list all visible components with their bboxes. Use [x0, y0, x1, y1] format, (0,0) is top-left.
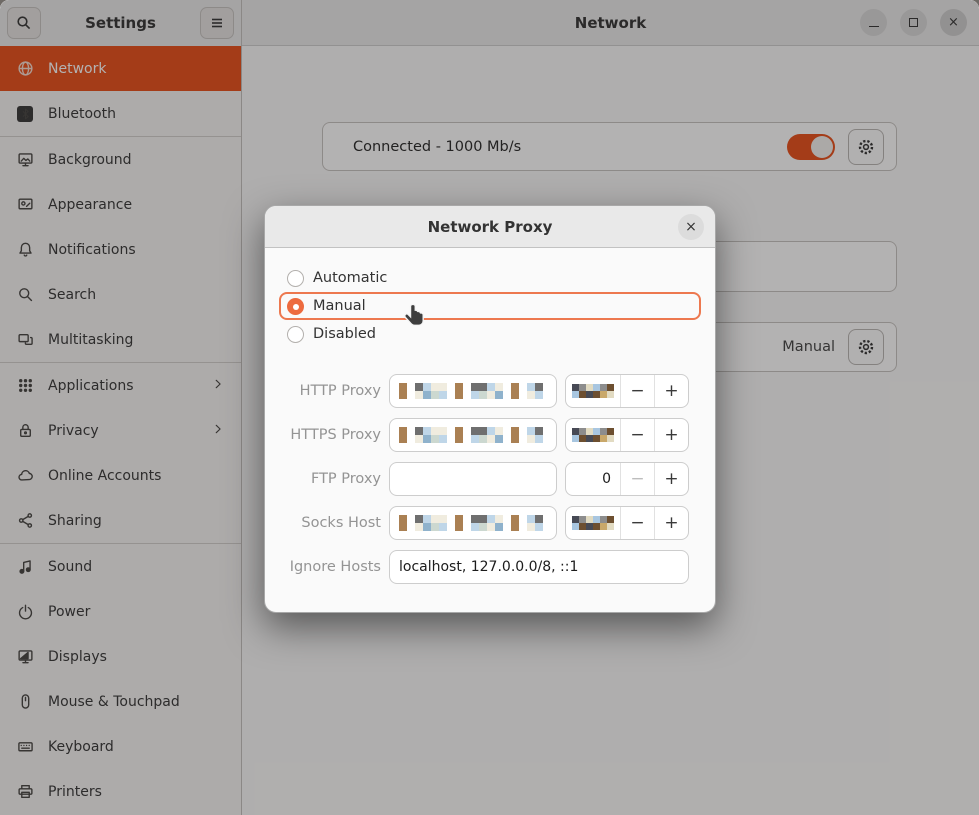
settings-window: Settings Network × NetworkBluetoothBackg… [0, 0, 979, 815]
increment-button[interactable]: + [655, 507, 688, 539]
https-proxy-input[interactable] [389, 418, 557, 452]
field-label-ftp-proxy: FTP Proxy [281, 471, 381, 487]
redacted-pixelated-value [572, 428, 614, 442]
proxy-mode-automatic[interactable]: Automatic [279, 264, 701, 292]
socks-host-input[interactable] [389, 506, 557, 540]
radio-unchecked-icon[interactable] [287, 270, 304, 287]
radio-checked-icon[interactable] [287, 298, 304, 315]
increment-button[interactable]: + [655, 463, 688, 495]
ignore-hosts-input[interactable]: localhost, 127.0.0.0/8, ::1 [389, 550, 689, 584]
dialog-close-button[interactable]: × [678, 214, 704, 240]
radio-unchecked-icon[interactable] [287, 326, 304, 343]
redacted-pixelated-value [399, 427, 543, 443]
proxy-mode-disabled[interactable]: Disabled [279, 320, 701, 348]
decrement-button[interactable]: − [621, 419, 654, 451]
port-value[interactable] [566, 507, 620, 539]
decrement-button[interactable]: − [621, 507, 654, 539]
dialog-header: Network Proxy × [265, 206, 715, 248]
decrement-button[interactable]: − [621, 375, 654, 407]
dialog-title: Network Proxy [428, 218, 553, 236]
increment-button[interactable]: + [655, 375, 688, 407]
field-label-ignore-hosts: Ignore Hosts [281, 559, 381, 575]
http-proxy-port-spinner: −+ [565, 374, 689, 408]
http-proxy-input[interactable] [389, 374, 557, 408]
redacted-pixelated-value [572, 516, 614, 530]
port-value[interactable] [566, 375, 620, 407]
socks-host-port-spinner: −+ [565, 506, 689, 540]
proxy-mode-options: Automatic Manual Disabled [279, 264, 701, 348]
proxy-fields: HTTP Proxy−+HTTPS Proxy−+FTP Proxy0−+Soc… [279, 374, 701, 584]
redacted-pixelated-value [399, 515, 543, 531]
dialog-body: AutomaticManualDisabled HTTP Proxy−+HTTP… [265, 248, 715, 600]
increment-button[interactable]: + [655, 419, 688, 451]
radio-label: Disabled [313, 326, 376, 342]
field-label-https-proxy: HTTPS Proxy [281, 427, 381, 443]
ftp-proxy-input[interactable] [389, 462, 557, 496]
https-proxy-port-spinner: −+ [565, 418, 689, 452]
redacted-pixelated-value [572, 384, 614, 398]
redacted-pixelated-value [399, 383, 543, 399]
field-label-http-proxy: HTTP Proxy [281, 383, 381, 399]
network-proxy-dialog: Network Proxy × AutomaticManualDisabled … [264, 205, 716, 613]
port-value[interactable]: 0 [566, 463, 620, 495]
radio-label: Manual [313, 298, 366, 314]
field-label-socks-host: Socks Host [281, 515, 381, 531]
radio-label: Automatic [313, 270, 387, 286]
close-icon: × [685, 219, 697, 235]
input-value: localhost, 127.0.0.0/8, ::1 [399, 559, 578, 575]
decrement-button[interactable]: − [621, 463, 654, 495]
port-value[interactable] [566, 419, 620, 451]
proxy-mode-manual[interactable]: Manual [279, 292, 701, 320]
mouse-cursor [403, 303, 427, 333]
ftp-proxy-port-spinner: 0−+ [565, 462, 689, 496]
